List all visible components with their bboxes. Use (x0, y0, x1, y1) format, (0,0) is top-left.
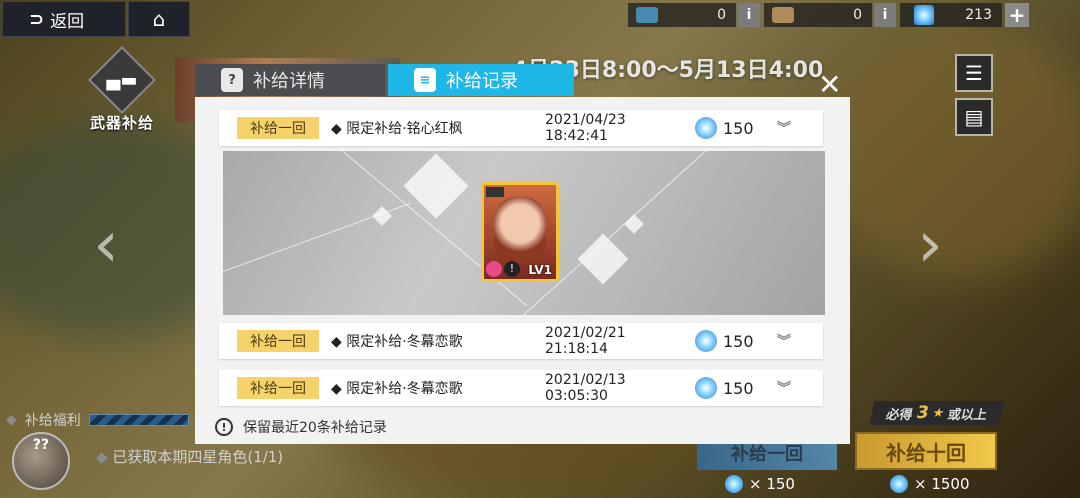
record-name: ◆ 限定补给·冬幕恋歌 (331, 381, 463, 397)
record-name: ◆ 限定补给·冬幕恋歌 (331, 334, 463, 350)
obtained-text: 已获取本期四星角色(1/1) (112, 448, 284, 466)
list-icon: ☰ (965, 61, 983, 85)
inventory-button[interactable]: ▤ (955, 98, 993, 136)
record-tag: 补给一回 (237, 377, 319, 399)
diamond-bullet-icon: ◆ (96, 448, 113, 466)
gem-count: 213 (965, 7, 992, 23)
back-button[interactable]: ⊃ 返回 (2, 1, 126, 37)
chevron-left-icon[interactable]: ‹ (86, 213, 126, 277)
clipboard-icon: ≡ (414, 68, 436, 92)
guarantee-number: 3 (914, 403, 931, 423)
gem-icon (695, 117, 717, 139)
cost-one-text: × 150 (749, 475, 795, 493)
ticket-icon (636, 7, 658, 23)
star-icon: ★ (930, 405, 946, 421)
record-time: 2021/02/13 03:05:30 (545, 372, 626, 404)
tab-supply-records[interactable]: ≡ 补给记录 (388, 64, 574, 96)
record-amount: 150 (723, 378, 754, 398)
tab-supply-records-label: 补给记录 (446, 71, 518, 92)
welfare-label: 补给福利 (24, 413, 81, 429)
record-expanded-detail: ! LV1 (223, 151, 825, 315)
resource-ticket-2-info-button[interactable]: i (874, 3, 896, 27)
records-note: ! 保留最近20条补给记录 (215, 417, 387, 437)
weapon-supply-tab[interactable]: ▄▬ 武器补给 (82, 46, 162, 132)
exclamation-icon: ! (215, 418, 233, 436)
character-level: LV1 (528, 263, 552, 277)
record-row[interactable]: 补给一回 ◆ 限定补给·铭心红枫 2021/04/23 18:42:41 150… (219, 110, 823, 146)
gem-icon (695, 330, 717, 352)
decor-diamond (624, 214, 644, 234)
resource-ticket-1-count: 0 (717, 7, 726, 23)
back-label: 返回 (50, 11, 85, 32)
weapon-type-icon (486, 187, 504, 197)
chevron-right-icon[interactable]: › (910, 213, 950, 277)
home-icon: ⌂ (152, 7, 166, 31)
supply-welfare: ◆ 补给福利 (6, 410, 189, 430)
question-icon: ? (221, 68, 243, 92)
gem-icon (695, 377, 717, 399)
guarantee-badge: 必得 3 ★ 或以上 (869, 401, 1005, 425)
record-tag: 补给一回 (237, 117, 319, 139)
character-portrait (494, 197, 546, 263)
gem-icon (914, 5, 934, 25)
supply-records-panel: 补给一回 ◆ 限定补给·铭心红枫 2021/04/23 18:42:41 150… (195, 97, 850, 444)
diamond-bullet-icon: ◆ (6, 412, 17, 428)
decor-line (223, 202, 412, 272)
add-gems-button[interactable]: + (1005, 3, 1029, 27)
alert-icon: ! (504, 261, 520, 277)
record-time: 2021/04/23 18:42:41 (545, 112, 626, 144)
guarantee-suffix: 或以上 (946, 407, 989, 423)
record-amount: 150 (723, 331, 754, 351)
record-name: ◆ 限定补给·铭心红枫 (331, 121, 463, 137)
tab-supply-details[interactable]: ? 补给详情 (195, 64, 385, 96)
resource-ticket-2: 0 (764, 3, 872, 27)
record-row[interactable]: 补给一回 ◆ 限定补给·冬幕恋歌 2021/02/13 03:05:30 150… (219, 370, 823, 406)
menu-list-button[interactable]: ☰ (955, 54, 993, 92)
record-amount: 150 (723, 118, 754, 138)
tab-supply-details-label: 补给详情 (253, 71, 325, 92)
obtained-status: ◆ 已获取本期四星角色(1/1) (96, 446, 283, 467)
gun-icon: ▄▬ (106, 69, 138, 91)
info-icon: i (882, 7, 888, 23)
gem-icon (725, 475, 743, 493)
attribute-icon (486, 261, 502, 277)
mascot-avatar[interactable]: ?? (12, 432, 70, 490)
info-icon: i (746, 7, 752, 23)
guarantee-prefix: 必得 (884, 407, 914, 423)
supply-ten-cost: × 1500 (890, 475, 970, 493)
home-button[interactable]: ⌂ (128, 1, 190, 37)
decor-diamond (403, 153, 469, 219)
record-row[interactable]: 补给一回 ◆ 限定补给·冬幕恋歌 2021/02/21 21:18:14 150… (219, 323, 823, 359)
cost-ten-text: × 1500 (914, 475, 970, 493)
ticket-icon (772, 7, 794, 23)
resource-ticket-1-info-button[interactable]: i (738, 3, 760, 27)
weapon-supply-label: 武器补给 (89, 114, 154, 132)
record-time: 2021/02/21 21:18:14 (545, 325, 626, 357)
back-arrow-icon: ⊃ (29, 8, 45, 30)
resource-ticket-2-count: 0 (853, 7, 862, 23)
chevron-up-icon[interactable]: ︾ (777, 118, 791, 138)
resource-ticket-1: 0 (628, 3, 736, 27)
chevron-down-icon[interactable]: ︾ (777, 378, 791, 398)
mascot-text: ?? (32, 437, 50, 453)
chevron-down-icon[interactable]: ︾ (777, 331, 791, 351)
plus-icon: + (1008, 3, 1026, 27)
supply-ten-button[interactable]: 补给十回 (855, 432, 997, 470)
record-tag: 补给一回 (237, 330, 319, 352)
stack-icon: ▤ (964, 105, 984, 129)
supply-once-cost: × 150 (725, 475, 795, 493)
character-card[interactable]: ! LV1 (481, 182, 559, 282)
welfare-progress-bar (88, 414, 189, 426)
weapon-diamond: ▄▬ (88, 46, 156, 114)
resource-gems: 213 (900, 3, 1002, 27)
gem-icon (890, 475, 908, 493)
records-note-text: 保留最近20条补给记录 (243, 420, 387, 436)
